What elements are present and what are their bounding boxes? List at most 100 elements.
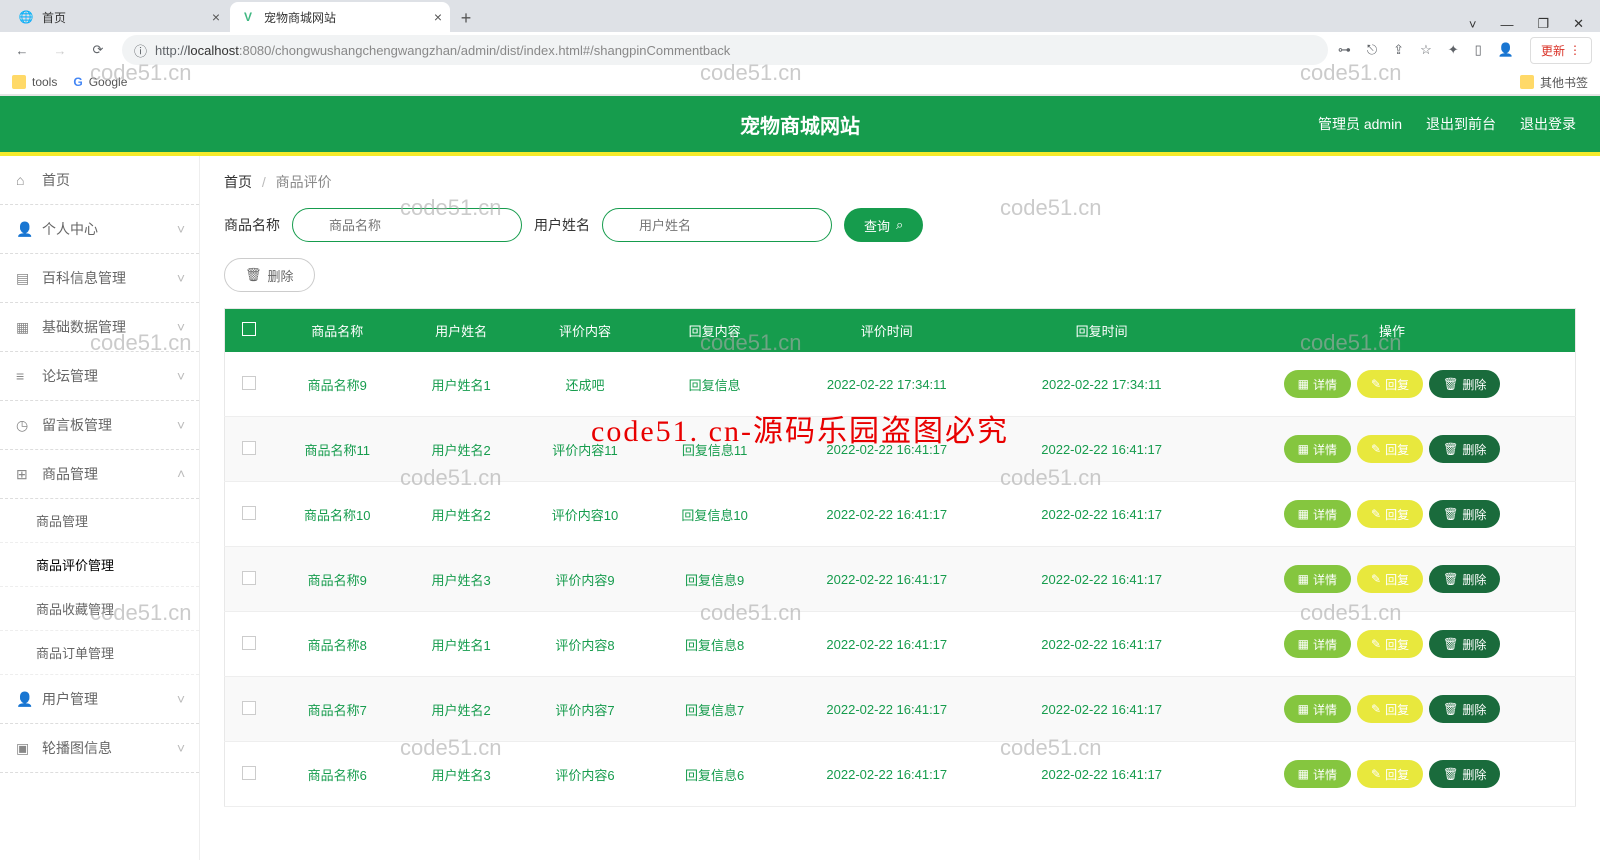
extensions-icon[interactable]: ✦ — [1448, 42, 1459, 58]
cell-reply: 回复信息 — [650, 352, 780, 417]
table-header: 评价时间 — [779, 309, 994, 353]
goto-front-link[interactable]: 退出到前台 — [1426, 114, 1496, 134]
trash-icon: 🗑 — [1443, 767, 1458, 781]
row-checkbox[interactable] — [242, 701, 256, 715]
star-icon[interactable]: ☆ — [1420, 42, 1432, 58]
update-button[interactable]: 更新 ⋮ — [1530, 37, 1592, 64]
sidebar-item-百科信息管理[interactable]: ▤百科信息管理˅ — [0, 254, 199, 303]
reply-button[interactable]: ✎回复 — [1357, 370, 1423, 398]
sidebar-item-轮播图信息[interactable]: ▣轮播图信息˅ — [0, 724, 199, 773]
cell-product-name: 商品名称9 — [272, 547, 402, 612]
profile-icon[interactable]: 👤 — [1498, 42, 1514, 58]
reply-button[interactable]: ✎回复 — [1357, 500, 1423, 528]
forward-button[interactable]: → — [46, 36, 74, 64]
chevron-down-icon: ˅ — [177, 417, 185, 433]
row-checkbox[interactable] — [242, 441, 256, 455]
chevron-down-icon[interactable]: ˅ — [1469, 17, 1477, 32]
sidebar-item-个人中心[interactable]: 👤个人中心˅ — [0, 205, 199, 254]
close-icon[interactable]: × — [434, 9, 442, 25]
key-icon[interactable]: ⊶ — [1338, 42, 1351, 58]
panel-icon[interactable]: ▯ — [1475, 42, 1482, 58]
row-checkbox[interactable] — [242, 376, 256, 390]
batch-delete-button[interactable]: 🗑 删除 — [224, 258, 315, 292]
select-all-checkbox[interactable] — [242, 322, 256, 336]
edit-icon: ✎ — [1371, 442, 1381, 456]
chevron-down-icon: ˅ — [177, 466, 185, 482]
url-host: localhost — [188, 43, 239, 58]
sidebar-subitem-商品评价管理[interactable]: 商品评价管理 — [0, 543, 199, 587]
detail-button[interactable]: ▦详情 — [1284, 760, 1351, 788]
reply-button[interactable]: ✎回复 — [1357, 695, 1423, 723]
reload-button[interactable]: ⟳ — [84, 36, 112, 64]
user-name-input[interactable] — [602, 208, 832, 242]
cell-reply-time: 2022-02-22 16:41:17 — [994, 482, 1209, 547]
reply-button[interactable]: ✎回复 — [1357, 760, 1423, 788]
row-checkbox[interactable] — [242, 571, 256, 585]
delete-button[interactable]: 🗑删除 — [1429, 435, 1500, 463]
delete-button[interactable]: 🗑删除 — [1429, 565, 1500, 593]
reply-button[interactable]: ✎回复 — [1357, 565, 1423, 593]
delete-button[interactable]: 🗑删除 — [1429, 760, 1500, 788]
logout-link[interactable]: 退出登录 — [1520, 114, 1576, 134]
close-window-icon[interactable]: ✕ — [1573, 16, 1584, 32]
breadcrumb-root[interactable]: 首页 — [224, 174, 252, 190]
delete-button[interactable]: 🗑删除 — [1429, 630, 1500, 658]
delete-button[interactable]: 🗑删除 — [1429, 500, 1500, 528]
folder-icon — [1520, 75, 1534, 89]
sidebar-item-label: 留言板管理 — [42, 415, 112, 435]
detail-button[interactable]: ▦详情 — [1284, 435, 1351, 463]
detail-button[interactable]: ▦详情 — [1284, 630, 1351, 658]
share-icon[interactable]: ⇪ — [1393, 42, 1404, 58]
maximize-icon[interactable]: ❐ — [1537, 16, 1549, 32]
cell-reply-time: 2022-02-22 16:41:17 — [994, 547, 1209, 612]
reply-button[interactable]: ✎回复 — [1357, 630, 1423, 658]
new-tab-button[interactable]: + — [452, 4, 480, 32]
admin-label[interactable]: 管理员 admin — [1318, 114, 1402, 134]
sidebar-item-商品管理[interactable]: ⊞商品管理˅ — [0, 450, 199, 499]
detail-button[interactable]: ▦详情 — [1284, 370, 1351, 398]
cell-comment: 评价内容9 — [520, 547, 650, 612]
other-bookmarks[interactable]: 其他书签 — [1520, 74, 1588, 91]
book-icon: ▤ — [16, 270, 32, 287]
delete-button[interactable]: 🗑删除 — [1429, 695, 1500, 723]
detail-button[interactable]: ▦详情 — [1284, 500, 1351, 528]
comments-table: 商品名称用户姓名评价内容回复内容评价时间回复时间操作 商品名称9 用户姓名1 还… — [224, 308, 1576, 807]
detail-icon: ▦ — [1298, 572, 1309, 586]
detail-button[interactable]: ▦详情 — [1284, 565, 1351, 593]
sidebar-item-论坛管理[interactable]: ≡论坛管理˅ — [0, 352, 199, 401]
edit-icon: ✎ — [1371, 377, 1381, 391]
browser-tab-app[interactable]: V 宠物商城网站 × — [230, 2, 450, 32]
app-title: 宠物商城网站 — [740, 110, 860, 139]
row-checkbox[interactable] — [242, 766, 256, 780]
query-button[interactable]: 查询 ⌕ — [844, 208, 923, 242]
folder-icon — [12, 75, 26, 89]
cell-product-name: 商品名称10 — [272, 482, 402, 547]
translate-icon[interactable]: ⎋ — [1367, 42, 1377, 58]
url-input[interactable]: ⓘ http://localhost:8080/chongwushangchen… — [122, 35, 1328, 65]
cell-user-name: 用户姓名2 — [402, 482, 520, 547]
sidebar-subitem-商品订单管理[interactable]: 商品订单管理 — [0, 631, 199, 675]
breadcrumb: 首页 / 商品评价 — [224, 172, 1576, 192]
sidebar-item-用户管理[interactable]: 👤用户管理˅ — [0, 675, 199, 724]
sidebar-subitem-商品收藏管理[interactable]: 商品收藏管理 — [0, 587, 199, 631]
bookmark-tools[interactable]: tools — [12, 75, 57, 89]
bookmark-label: tools — [32, 75, 57, 89]
sidebar-item-首页[interactable]: ⌂首页 — [0, 156, 199, 205]
sidebar-item-基础数据管理[interactable]: ▦基础数据管理˅ — [0, 303, 199, 352]
product-name-input[interactable] — [292, 208, 522, 242]
close-icon[interactable]: × — [212, 9, 220, 25]
table-row: 商品名称6 用户姓名3 评价内容6 回复信息6 2022-02-22 16:41… — [225, 742, 1576, 807]
browser-tab-home[interactable]: 🌐 首页 × — [8, 2, 228, 32]
bookmark-google[interactable]: G Google — [73, 75, 127, 89]
minimize-icon[interactable]: — — [1500, 17, 1513, 32]
back-button[interactable]: ← — [8, 36, 36, 64]
row-checkbox[interactable] — [242, 506, 256, 520]
delete-button[interactable]: 🗑删除 — [1429, 370, 1500, 398]
reply-button[interactable]: ✎回复 — [1357, 435, 1423, 463]
sidebar-item-留言板管理[interactable]: ◷ 留言板管理 ˅ — [0, 401, 199, 450]
clock-icon: ◷ — [16, 417, 32, 434]
grid-icon: ⊞ — [16, 466, 32, 483]
sidebar-subitem-商品管理[interactable]: 商品管理 — [0, 499, 199, 543]
row-checkbox[interactable] — [242, 636, 256, 650]
detail-button[interactable]: ▦详情 — [1284, 695, 1351, 723]
